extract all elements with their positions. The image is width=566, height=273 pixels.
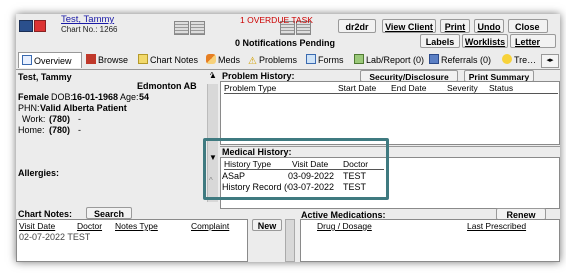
tab-meds[interactable]: Meds [206,52,240,68]
undo-button[interactable]: Undo [474,19,504,33]
phn-label: PHN: [18,103,40,113]
patient-location: Edmonton AB [137,81,197,91]
tab-label: Meds [218,55,241,65]
tab-problems[interactable]: ⚠ Problems [248,52,297,68]
home-phone-label: Home: [18,125,45,135]
tab-label: Problems [258,55,297,65]
tab-browse[interactable]: Browse [86,52,128,68]
lab-icon [354,54,364,64]
header-divider [224,93,558,94]
tab-chart-notes[interactable]: Chart Notes [138,52,198,68]
column-header-severity[interactable]: Severity [447,83,478,93]
chart-notes-title: Chart Notes: [18,209,73,219]
age-label: Age: [120,92,139,102]
phn-value: Valid Alberta Patient [40,103,127,113]
close-button[interactable]: Close [508,19,548,33]
chart-notes-search-button[interactable]: Search [86,207,132,219]
view-client-button[interactable]: View Client [382,19,436,33]
tab-forms[interactable]: Forms [306,52,344,68]
tab-label: Browse [98,55,129,65]
tab-label: Overview [34,56,72,66]
column-header-visit-date[interactable]: Visit Date [19,221,55,231]
tab-overview[interactable]: Overview [18,52,82,68]
problem-history-table[interactable]: Problem Type Start Date End Date Severit… [220,81,560,145]
patient-name: Test, Tammy [18,72,72,82]
dob-value: 16-01-1968 [72,92,119,102]
work-phone-value: (780) [49,114,71,124]
patient-card-icon [19,20,33,32]
dob-label: DOB: [51,92,74,102]
tab-lab-report[interactable]: Lab/Report (0) [354,52,424,68]
age-value: 54 [139,92,150,102]
form-icon [306,54,316,64]
column-header-problem-type[interactable]: Problem Type [224,83,276,93]
table-row[interactable]: 02-07-2022 TEST [19,232,90,242]
column-header-drug-dosage[interactable]: Drug / Dosage [317,221,372,231]
highlight-box [203,138,389,200]
tab-label: Chart Notes [150,55,199,65]
patient-sex: Female [18,92,50,102]
patient-name-link[interactable]: Test, Tammy [61,14,114,25]
column-header-last-prescribed[interactable]: Last Prescribed [467,221,526,231]
tab-referrals[interactable]: Referrals (0) [429,52,491,68]
tab-label: Referrals (0) [441,55,492,65]
problem-history-title: Problem History: [222,71,295,81]
overview-icon [22,55,32,65]
active-medications-table[interactable]: Drug / Dosage Last Prescribed [300,219,560,262]
tab-label: Forms [318,55,344,65]
allergies-label: Allergies: [18,168,60,178]
pill-icon [206,54,216,64]
referral-icon [429,54,439,64]
notes-icon [138,54,148,64]
emr-window: Test, Tammy Chart No.: 1266 1 OVERDUE TA… [16,14,560,262]
chart-notes-scrollbar[interactable] [285,219,295,262]
tab-ellipsis: … [527,55,537,65]
tab-treatment[interactable]: Tre… [502,52,536,68]
column-header-complaint[interactable]: Complaint [191,221,229,231]
worklists-button[interactable]: Worklists [462,34,508,48]
new-chart-note-button[interactable]: New [252,219,282,231]
work-phone-ext: - [78,114,81,124]
smiley-icon [502,54,512,64]
column-header-end-date[interactable]: End Date [391,83,426,93]
warning-icon: ⚠ [248,56,257,67]
home-phone-value: (780) [49,125,71,135]
problem-history-expand-icon[interactable]: ^ [210,71,214,80]
column-header-notes-type[interactable]: Notes Type [115,221,158,231]
overdue-task-alert[interactable]: 1 OVERDUE TASK [240,15,313,25]
window-tile-icon-1[interactable] [174,21,189,35]
home-phone-ext: - [78,125,81,135]
flag-icon [34,20,46,32]
tab-label: Lab/Report (0) [366,55,425,65]
window-tile-icon-2[interactable] [190,21,205,35]
notifications-status[interactable]: 0 Notifications Pending [235,38,335,48]
column-header-status[interactable]: Status [489,83,513,93]
dr2dr-button[interactable]: dr2dr [338,19,376,33]
chart-notes-table[interactable]: Visit Date Doctor Notes Type Complaint 0… [16,219,248,262]
tab-scroll-arrows[interactable]: ◂▸ [541,54,559,68]
column-header-start-date[interactable]: Start Date [338,83,376,93]
print-button[interactable]: Print [440,19,470,33]
book-icon [86,54,96,64]
labels-button[interactable]: Labels [420,34,460,48]
work-phone-label: Work: [22,114,46,124]
column-header-doctor[interactable]: Doctor [77,221,102,231]
letters-button[interactable]: Letter [510,34,556,48]
tab-label: Tre [514,55,528,65]
chart-number: Chart No.: 1266 [61,25,118,34]
